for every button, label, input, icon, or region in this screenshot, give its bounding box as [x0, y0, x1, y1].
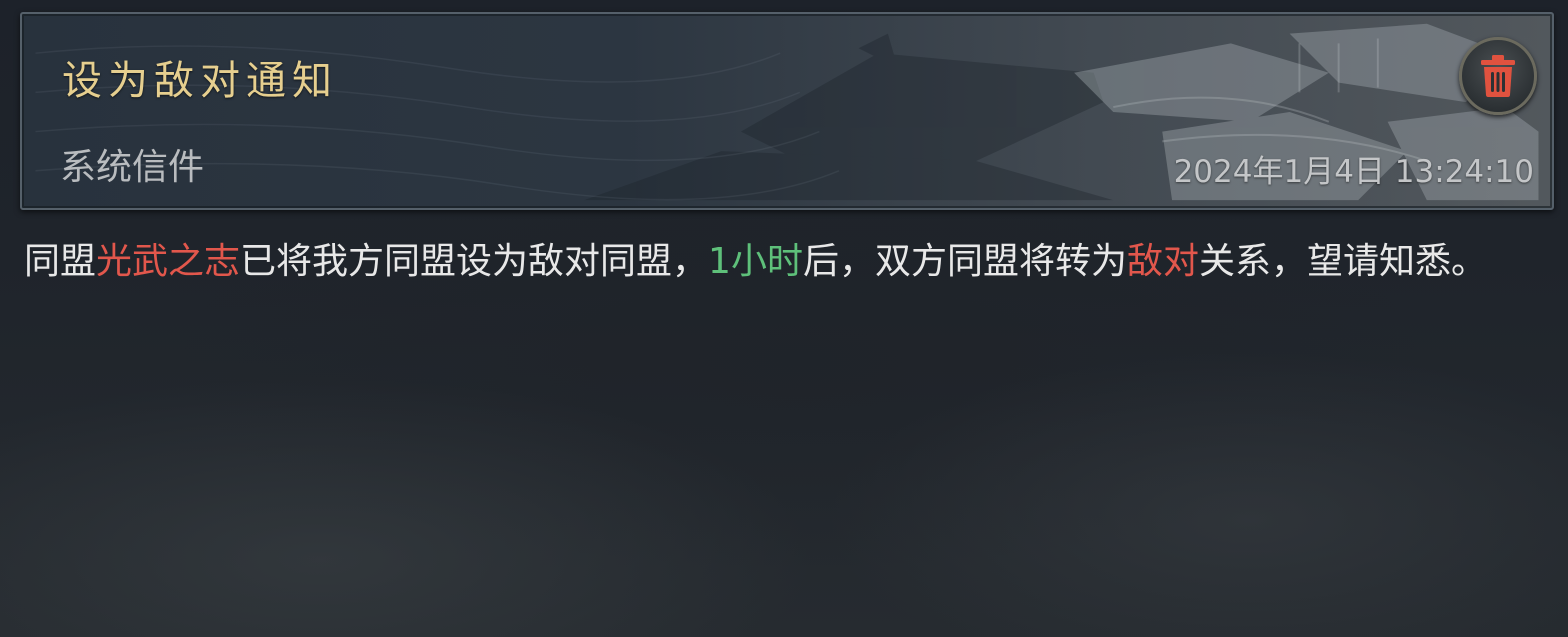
delete-mail-button[interactable] — [1459, 37, 1537, 115]
body-segment: 同盟 — [24, 241, 97, 282]
mail-body-text: 同盟光武之志已将我方同盟设为敌对同盟，1小时后，双方同盟将转为敌对关系，望请知悉… — [24, 232, 1534, 292]
countdown-duration: 1小时 — [708, 241, 803, 282]
relation-status: 敌对 — [1126, 241, 1199, 282]
trash-icon — [1481, 55, 1515, 97]
mail-header: 设为敌对通知 系统信件 2024年1月4日 13:24:10 — [20, 12, 1554, 210]
mail-sender: 系统信件 — [60, 147, 205, 188]
alliance-name: 光武之志 — [96, 241, 241, 282]
body-segment: 后，双方同盟将转为 — [802, 241, 1127, 282]
body-segment: 关系，望请知悉。 — [1198, 241, 1487, 282]
mail-timestamp: 2024年1月4日 13:24:10 — [1173, 154, 1534, 190]
body-segment: 已将我方同盟设为敌对同盟， — [240, 241, 709, 282]
mail-title: 设为敌对通知 — [62, 58, 338, 104]
